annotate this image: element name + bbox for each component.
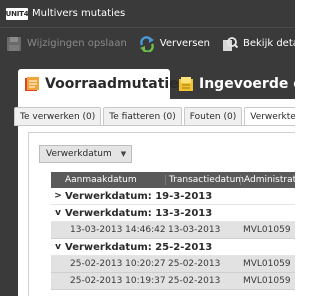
cell-administratie: MVL01059: [243, 225, 291, 235]
cell-aanmaakdatum: 13-03-2013 14:46:42: [70, 225, 166, 235]
content-left-border: [0, 99, 18, 296]
cell-administratie: MVL01059: [243, 276, 291, 286]
view-details-label: Bekijk deta: [243, 38, 295, 49]
table-row[interactable]: 25-02-2013 10:20:27 25-02-2013 MVL01059: [51, 256, 295, 273]
window-title: Multivers mutaties: [32, 8, 126, 19]
grid-header: Aanmaakdatum Transactiedatum Administrat…: [51, 172, 295, 188]
tab-ingevoerde-orders-label: Ingevoerde ord: [199, 76, 295, 92]
subtab-verwerkte[interactable]: Verwerkte: [244, 107, 295, 125]
main-tab-strip: Voorraadmutaties Ingevoerde ord: [0, 59, 295, 99]
subtab-fouten[interactable]: Fouten (0): [183, 107, 243, 125]
column-header-aanmaakdatum[interactable]: Aanmaakdatum: [51, 175, 165, 185]
table-row[interactable]: 13-03-2013 14:46:42 13-03-2013 MVL01059: [51, 222, 295, 239]
group-row-label: Verwerkdatum: 13-3-2013: [65, 207, 213, 219]
cell-aanmaakdatum: 25-02-2013 10:19:37: [70, 276, 166, 286]
cell-administratie: MVL01059: [243, 259, 291, 269]
save-changes-button[interactable]: Wijzigingen opslaan: [6, 36, 127, 52]
cell-transactiedatum: 25-02-2013: [168, 259, 221, 269]
inventory-icon: [25, 77, 39, 91]
column-header-transactiedatum[interactable]: Transactiedatum: [165, 175, 244, 185]
refresh-label: Verversen: [159, 38, 210, 49]
chevron-down-icon[interactable]: v: [51, 242, 65, 252]
subtab-te-fiatteren[interactable]: Te fiatteren (0): [103, 107, 182, 125]
subtab-te-verwerken[interactable]: Te verwerken (0): [14, 107, 102, 125]
tab-voorraadmutaties-label: Voorraadmutaties: [45, 76, 188, 92]
sub-tab-strip: Te verwerken (0) Te fiatteren (0) Fouten…: [14, 107, 295, 125]
chevron-down-icon: ▼: [120, 150, 127, 158]
column-header-administratie[interactable]: Administratie: [240, 175, 295, 185]
table-row[interactable]: 25-02-2013 10:19:37 25-02-2013 MVL01059: [51, 273, 295, 290]
group-row[interactable]: v Verwerkdatum: 13-3-2013: [51, 205, 295, 222]
cell-aanmaakdatum: 25-02-2013 10:20:27: [70, 259, 166, 269]
refresh-icon: [139, 35, 154, 52]
cell-transactiedatum: 13-03-2013: [168, 225, 221, 235]
toolbar: Wijzigingen opslaan Verversen Bekijk det…: [0, 27, 295, 59]
subtab-divider: [14, 125, 295, 126]
group-by-label: Verwerkdatum: [46, 149, 112, 159]
tab-ingevoerde-orders[interactable]: Ingevoerde ord: [172, 69, 295, 99]
view-details-button[interactable]: Bekijk deta: [222, 36, 295, 52]
group-row[interactable]: v Verwerkdatum: 25-2-2013: [51, 239, 295, 256]
title-bar: UNIT4 Multivers mutaties: [0, 0, 295, 27]
tab-voorraadmutaties[interactable]: Voorraadmutaties: [18, 69, 187, 99]
group-row[interactable]: > Verwerkdatum: 19-3-2013: [51, 188, 295, 205]
app-logo: UNIT4: [5, 7, 29, 20]
mutations-grid: Aanmaakdatum Transactiedatum Administrat…: [51, 172, 295, 290]
cell-transactiedatum: 25-02-2013: [168, 276, 221, 286]
refresh-button[interactable]: Verversen: [139, 35, 210, 52]
entered-orders-icon: [179, 77, 193, 91]
group-row-label: Verwerkdatum: 19-3-2013: [65, 190, 213, 202]
view-details-icon: [223, 36, 238, 51]
chevron-down-icon[interactable]: v: [51, 208, 65, 218]
group-row-label: Verwerkdatum: 25-2-2013: [65, 241, 213, 253]
floppy-disk-icon: [7, 36, 21, 51]
save-changes-label: Wijzigingen opslaan: [27, 38, 127, 49]
chevron-right-icon[interactable]: >: [51, 191, 65, 201]
app-window: UNIT4 Multivers mutaties Wijzigingen ops…: [0, 0, 295, 296]
group-by-dropdown[interactable]: Verwerkdatum ▼: [39, 145, 132, 163]
